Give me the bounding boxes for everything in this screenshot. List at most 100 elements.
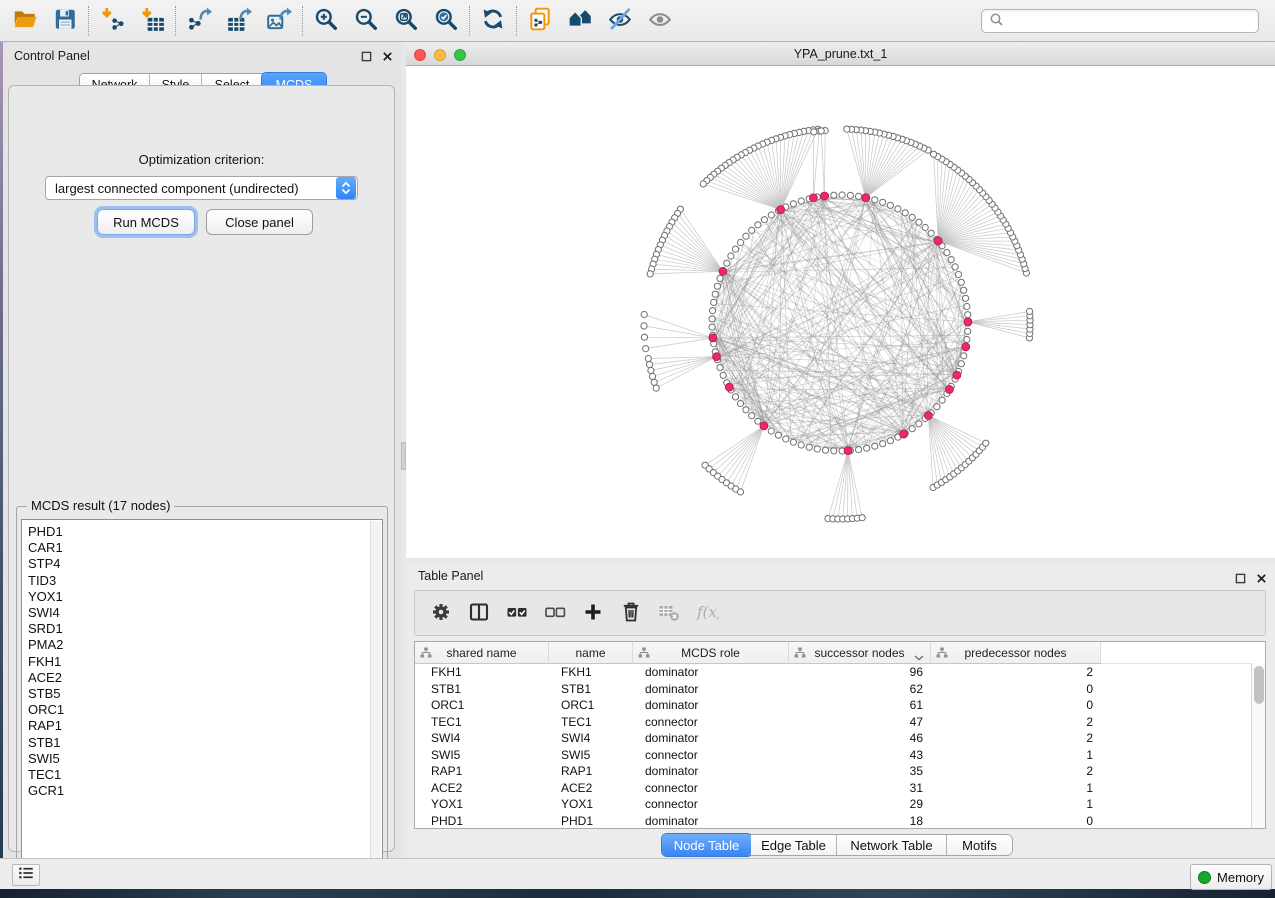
dominator-node[interactable]: [925, 412, 933, 420]
cell-name[interactable]: ORC1: [549, 697, 633, 714]
dominator-node[interactable]: [964, 318, 972, 326]
result-list-scrollbar[interactable]: [370, 521, 381, 872]
cell-MCDS-role[interactable]: connector: [633, 796, 789, 813]
table-scrollbar[interactable]: [1251, 664, 1265, 828]
mcds-result-node[interactable]: TID3: [28, 573, 382, 589]
mcds-result-node[interactable]: SWI4: [28, 605, 382, 621]
cell-name[interactable]: SWI4: [549, 730, 633, 747]
cell-predecessor-nodes[interactable]: 2: [931, 664, 1101, 681]
export-image-button[interactable]: [259, 3, 299, 39]
cell-shared-name[interactable]: YOX1: [415, 796, 549, 813]
column-header-MCDS-role[interactable]: MCDS role: [633, 642, 789, 664]
cell-name[interactable]: FKH1: [549, 664, 633, 681]
cell-predecessor-nodes[interactable]: 1: [931, 780, 1101, 797]
task-history-button[interactable]: [12, 864, 40, 886]
float-panel-icon[interactable]: [360, 50, 372, 62]
cell-successor-nodes[interactable]: 96: [789, 664, 931, 681]
dominator-node[interactable]: [900, 430, 908, 438]
cell-MCDS-role[interactable]: dominator: [633, 813, 789, 829]
table-row[interactable]: RAP1RAP1dominator352: [415, 763, 1251, 780]
mcds-result-node[interactable]: GCR1: [28, 783, 382, 799]
tab-edge-table[interactable]: Edge Table: [751, 835, 837, 855]
dominator-node[interactable]: [725, 383, 733, 391]
column-header-predecessor-nodes[interactable]: predecessor nodes: [931, 642, 1101, 664]
mcds-result-node[interactable]: STP4: [28, 556, 382, 572]
cell-shared-name[interactable]: ACE2: [415, 780, 549, 797]
dominator-node[interactable]: [810, 194, 818, 202]
cell-shared-name[interactable]: SWI5: [415, 747, 549, 764]
zoom-out-button[interactable]: [346, 3, 386, 39]
cell-predecessor-nodes[interactable]: 2: [931, 714, 1101, 731]
delete-row-button[interactable]: [615, 597, 646, 629]
cell-shared-name[interactable]: STB1: [415, 681, 549, 698]
table-row[interactable]: SWI5SWI5connector431: [415, 747, 1251, 764]
deselect-all-rows-button[interactable]: [539, 597, 570, 629]
cell-name[interactable]: PHD1: [549, 813, 633, 829]
import-network-button[interactable]: [92, 3, 132, 39]
first-neighbors-button[interactable]: [560, 3, 600, 39]
cell-successor-nodes[interactable]: 43: [789, 747, 931, 764]
cell-name[interactable]: SWI5: [549, 747, 633, 764]
cell-shared-name[interactable]: TEC1: [415, 714, 549, 731]
dominator-node[interactable]: [760, 422, 768, 430]
cell-successor-nodes[interactable]: 18: [789, 813, 931, 829]
show-all-button[interactable]: [640, 3, 680, 39]
tab-motifs[interactable]: Motifs: [947, 835, 1012, 855]
import-table-button[interactable]: [132, 3, 172, 39]
cell-predecessor-nodes[interactable]: 1: [931, 747, 1101, 764]
column-header-name[interactable]: name: [549, 642, 633, 664]
dominator-node[interactable]: [934, 237, 942, 245]
search-field[interactable]: [981, 9, 1259, 33]
cell-predecessor-nodes[interactable]: 0: [931, 697, 1101, 714]
cell-name[interactable]: TEC1: [549, 714, 633, 731]
cell-predecessor-nodes[interactable]: 0: [931, 813, 1101, 829]
cell-predecessor-nodes[interactable]: 1: [931, 796, 1101, 813]
mcds-result-node[interactable]: PHD1: [28, 524, 382, 540]
cell-successor-nodes[interactable]: 46: [789, 730, 931, 747]
cell-MCDS-role[interactable]: connector: [633, 714, 789, 731]
dominator-node[interactable]: [709, 334, 717, 342]
mcds-result-node[interactable]: ORC1: [28, 702, 382, 718]
export-table-button[interactable]: [219, 3, 259, 39]
table-row[interactable]: FKH1FKH1dominator962: [415, 664, 1251, 681]
cell-name[interactable]: RAP1: [549, 763, 633, 780]
cell-shared-name[interactable]: FKH1: [415, 664, 549, 681]
dominator-node[interactable]: [946, 386, 954, 394]
mcds-result-node[interactable]: TEC1: [28, 767, 382, 783]
select-all-rows-button[interactable]: [501, 597, 532, 629]
run-mcds-button[interactable]: Run MCDS: [97, 209, 195, 235]
mcds-result-node[interactable]: FKH1: [28, 654, 382, 670]
cell-successor-nodes[interactable]: 62: [789, 681, 931, 698]
search-input[interactable]: [1008, 11, 1251, 31]
mcds-result-node[interactable]: STB1: [28, 735, 382, 751]
table-row[interactable]: ACE2ACE2connector311: [415, 780, 1251, 797]
dominator-node[interactable]: [962, 343, 970, 351]
cell-MCDS-role[interactable]: dominator: [633, 697, 789, 714]
table-settings-button[interactable]: [425, 597, 456, 629]
cell-MCDS-role[interactable]: connector: [633, 780, 789, 797]
memory-button[interactable]: Memory: [1190, 864, 1272, 890]
duplicate-network-button[interactable]: [520, 3, 560, 39]
cell-shared-name[interactable]: RAP1: [415, 763, 549, 780]
network-graph[interactable]: [406, 66, 1275, 558]
dominator-node[interactable]: [713, 353, 721, 361]
tab-node-table[interactable]: Node Table: [662, 834, 752, 856]
mcds-result-node[interactable]: PMA2: [28, 637, 382, 653]
column-header-successor-nodes[interactable]: successor nodes: [789, 642, 931, 664]
refresh-view-button[interactable]: [473, 3, 513, 39]
toggle-columns-button[interactable]: [463, 597, 494, 629]
dominator-node[interactable]: [844, 447, 852, 455]
cell-MCDS-role[interactable]: dominator: [633, 763, 789, 780]
dominator-node[interactable]: [777, 206, 785, 214]
column-header-shared-name[interactable]: shared name: [415, 642, 549, 664]
mcds-result-node[interactable]: SRD1: [28, 621, 382, 637]
table-row[interactable]: ORC1ORC1dominator610: [415, 697, 1251, 714]
cell-predecessor-nodes[interactable]: 2: [931, 730, 1101, 747]
table-row[interactable]: PHD1PHD1dominator180: [415, 813, 1251, 829]
close-panel-button[interactable]: Close panel: [206, 209, 313, 235]
cell-successor-nodes[interactable]: 47: [789, 714, 931, 731]
tab-network-table[interactable]: Network Table: [837, 835, 947, 855]
table-scrollbar-thumb[interactable]: [1254, 666, 1264, 704]
close-panel-icon[interactable]: [381, 50, 393, 62]
mcds-result-node[interactable]: STB5: [28, 686, 382, 702]
